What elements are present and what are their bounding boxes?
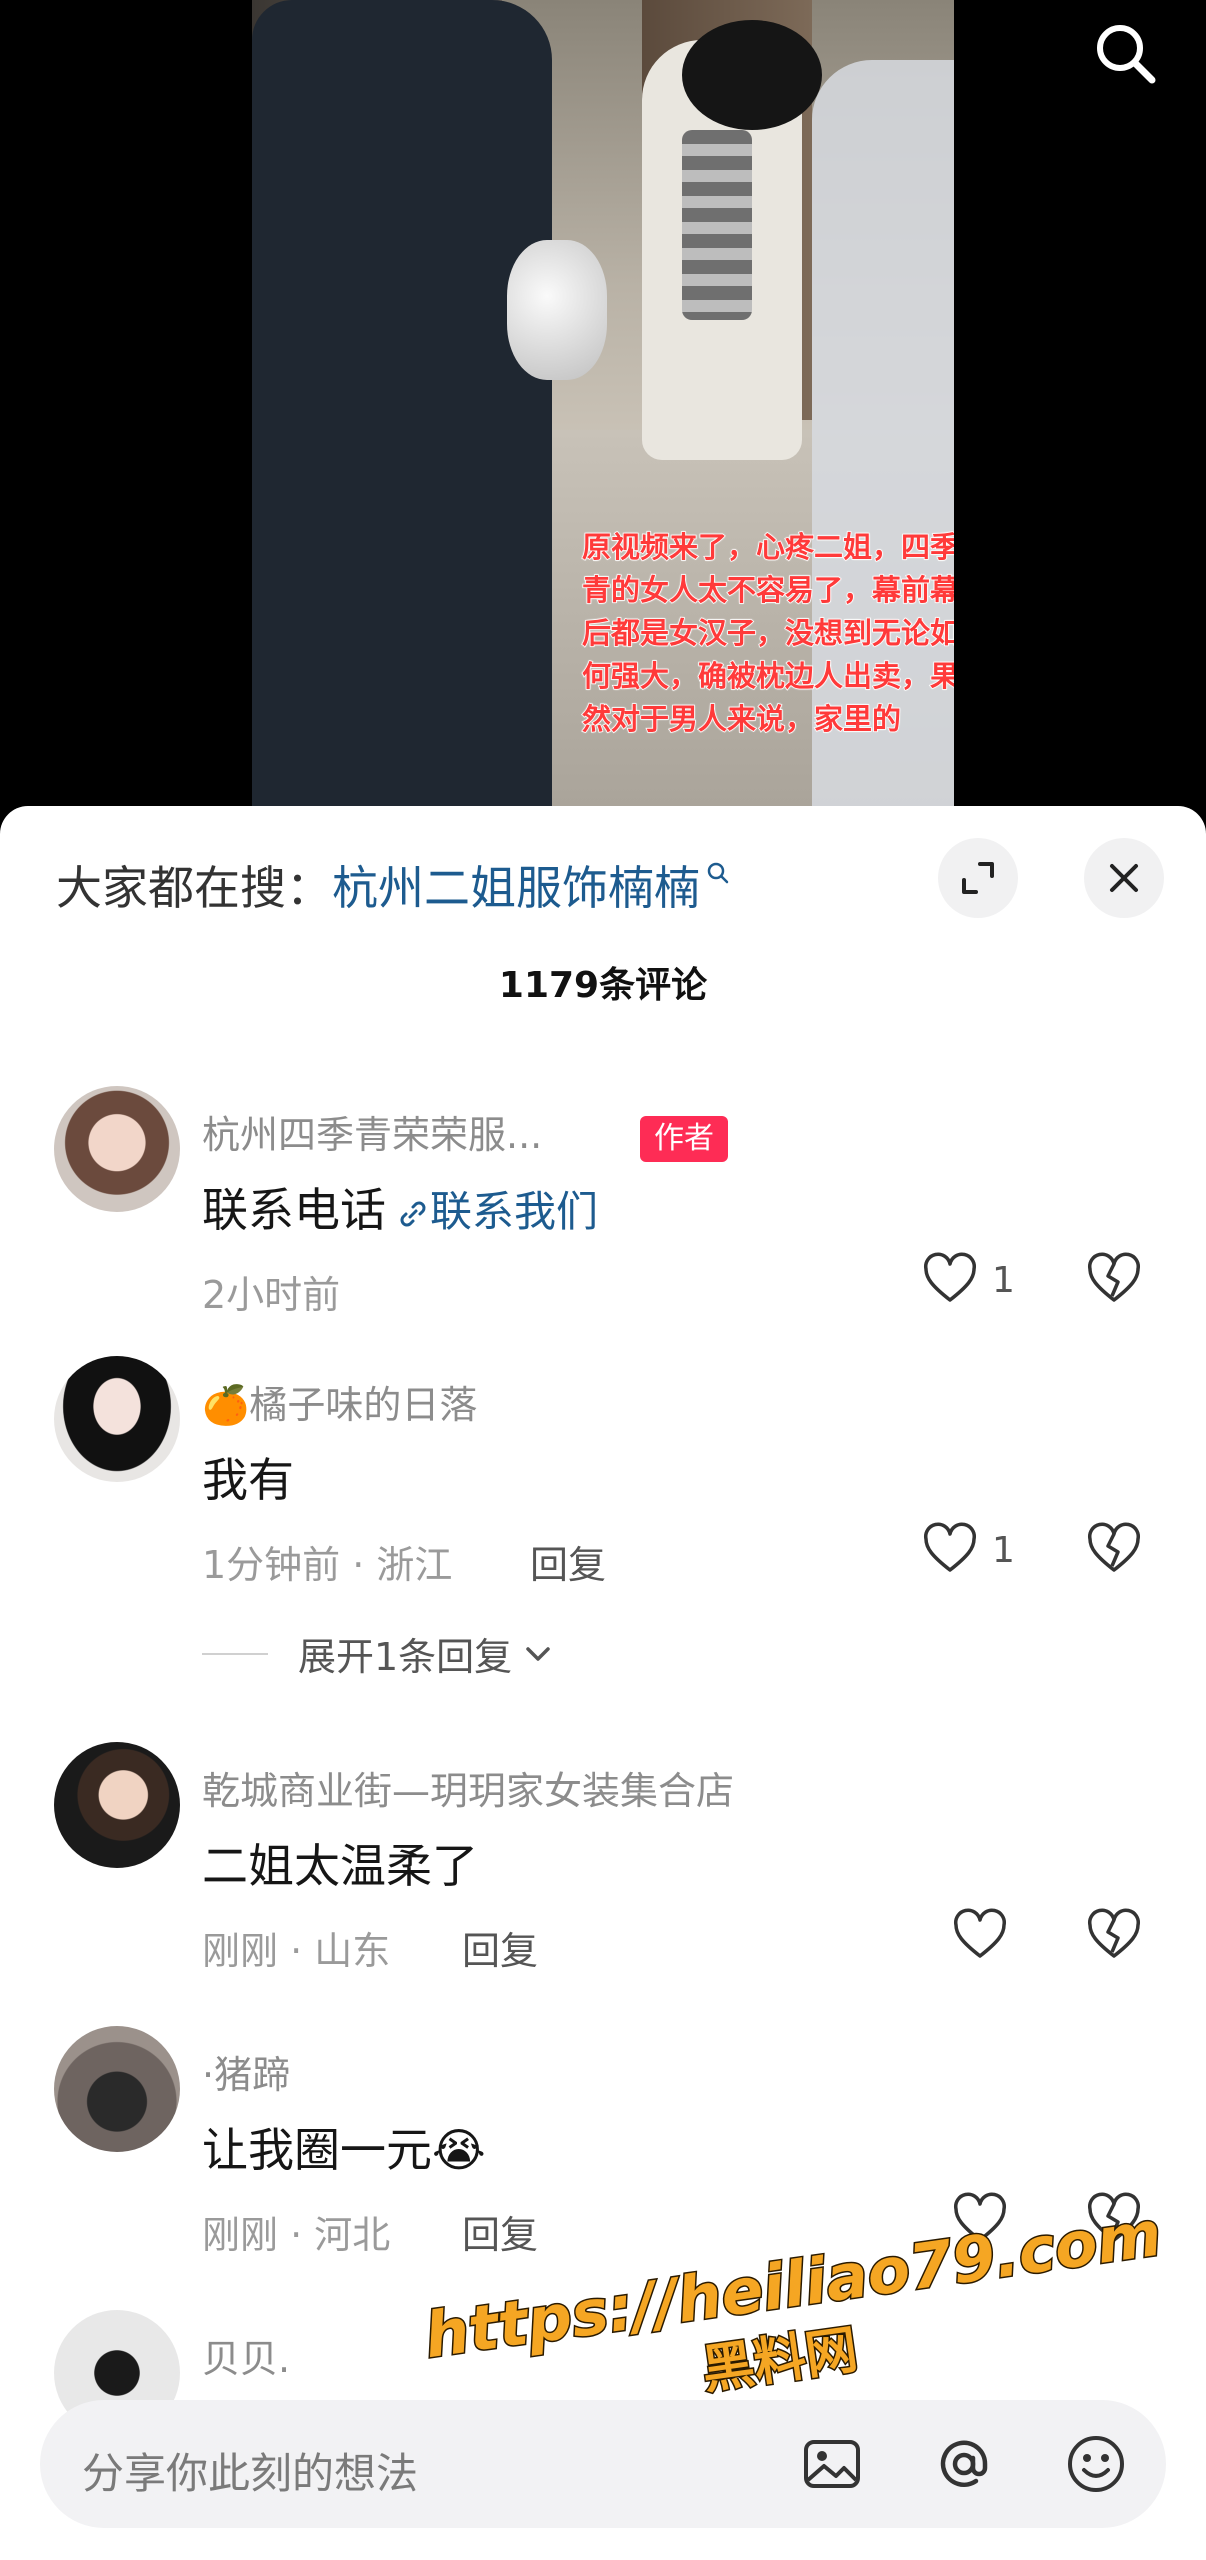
heart-icon xyxy=(924,1522,976,1572)
comment-count: 1179条评论 xyxy=(498,965,708,1006)
comment-item: 🍊橘子味的日落 我有 1分钟前 · 浙江 回复 1 xyxy=(0,1346,1206,1696)
image-icon[interactable] xyxy=(796,2428,868,2500)
chevron-down-icon xyxy=(526,1646,550,1661)
search-icon xyxy=(707,862,729,884)
search-suggestion-label: 大家都在搜： xyxy=(56,861,332,915)
avatar[interactable] xyxy=(54,2026,180,2152)
video-scene-scarf xyxy=(682,130,752,320)
like-count: 1 xyxy=(992,1259,1015,1301)
video-player[interactable]: 原视频来了，心疼二姐，四季青的女人太不容易了，幕前幕后都是女汉子，没想到无论如何… xyxy=(0,0,1206,820)
video-scene-person xyxy=(252,0,552,820)
reply-button[interactable]: 回复 xyxy=(530,1534,606,1589)
like-count: 1 xyxy=(992,1529,1015,1571)
video-caption: 原视频来了，心疼二姐，四季青的女人太不容易了，幕前幕后都是女汉子，没想到无论如何… xyxy=(581,529,954,737)
comment-meta: 1分钟前 · 浙江 xyxy=(202,1543,453,1587)
search-suggestion-keyword[interactable]: 杭州二姐服饰楠楠 xyxy=(332,861,700,915)
close-icon xyxy=(1110,864,1138,892)
comment-text: 二姐太温柔了 xyxy=(202,1839,478,1893)
comment-input-placeholder: 分享你此刻的想法 xyxy=(82,2449,419,2498)
comment-author-name[interactable]: 乾城商业街—玥玥家女装集合店 xyxy=(202,1760,734,1815)
broken-heart-icon[interactable] xyxy=(1086,1252,1142,1308)
comment-text: 联系电话 联系我们 xyxy=(202,1174,598,1240)
contact-us-link[interactable]: 联系我们 xyxy=(430,1187,598,1236)
comment-input[interactable]: 分享你此刻的想法 xyxy=(40,2400,1166,2528)
search-icon xyxy=(1097,25,1156,84)
comment-meta: 2小时前 xyxy=(202,1273,341,1317)
search-button[interactable] xyxy=(1090,18,1160,88)
link-icon xyxy=(400,1201,426,1226)
comment-author-name[interactable]: 杭州四季青荣荣服... xyxy=(202,1104,542,1159)
expand-icon xyxy=(962,862,994,894)
comment-item: 杭州四季青荣荣服... 作者 联系电话 联系我们 2小时前 1 xyxy=(0,1076,1206,1346)
comment-author-name[interactable]: 贝贝. xyxy=(202,2328,290,2383)
divider xyxy=(202,1652,268,1655)
expand-button[interactable] xyxy=(938,838,1018,918)
comment-text: 我有 xyxy=(202,1453,294,1507)
like-button[interactable]: 1 xyxy=(922,1252,1015,1308)
reply-button[interactable]: 回复 xyxy=(462,2204,538,2259)
heart-icon xyxy=(924,1252,976,1302)
comment-item: 乾城商业街—玥玥家女装集合店 二姐太温柔了 刚刚 · 山东 回复 xyxy=(0,1732,1206,2012)
comment-meta: 刚刚 · 山东 xyxy=(202,1929,391,1973)
like-button[interactable] xyxy=(952,1908,1008,1964)
emoji-icon[interactable] xyxy=(1060,2428,1132,2500)
broken-heart-icon[interactable] xyxy=(1086,1522,1142,1578)
video-frame: 原视频来了，心疼二姐，四季青的女人太不容易了，幕前幕后都是女汉子，没想到无论如何… xyxy=(252,0,954,820)
broken-heart-icon[interactable] xyxy=(1086,1908,1142,1964)
avatar[interactable] xyxy=(54,1356,180,1482)
comment-author-name[interactable]: ·猪蹄 xyxy=(202,2044,290,2099)
close-button[interactable] xyxy=(1084,838,1164,918)
comment-author-name[interactable]: 🍊橘子味的日落 xyxy=(202,1374,477,1429)
expand-replies-button[interactable]: 展开1条回复 xyxy=(202,1626,558,1681)
comment-meta: 刚刚 · 河北 xyxy=(202,2213,391,2257)
search-suggestion[interactable]: 大家都在搜：杭州二姐服饰楠楠 xyxy=(56,852,732,918)
video-scene-person-head xyxy=(682,20,822,130)
reply-button[interactable]: 回复 xyxy=(462,1920,538,1975)
author-badge: 作者 xyxy=(640,1116,728,1162)
at-icon[interactable] xyxy=(928,2428,1000,2500)
heart-icon xyxy=(954,1908,1006,1958)
avatar[interactable] xyxy=(54,1086,180,1212)
avatar[interactable] xyxy=(54,1742,180,1868)
expand-replies-label: 展开1条回复 xyxy=(298,1635,513,1679)
comment-text: 让我圈一元😭 xyxy=(202,2123,486,2177)
video-scene-bag xyxy=(507,240,607,380)
comment-text-body: 联系电话 xyxy=(202,1183,386,1237)
like-button[interactable]: 1 xyxy=(922,1522,1015,1578)
